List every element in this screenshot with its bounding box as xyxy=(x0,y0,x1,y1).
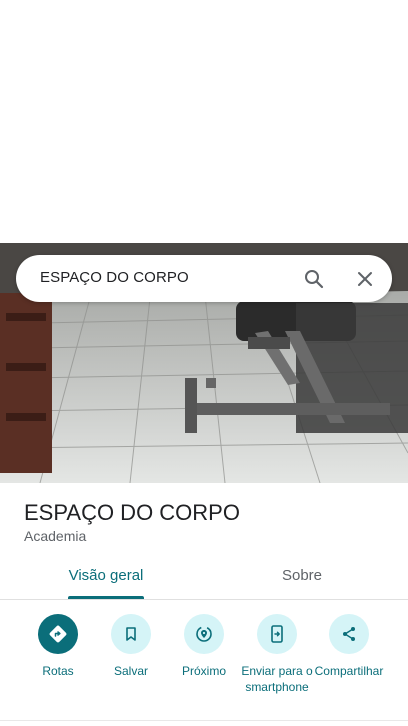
tab-overview[interactable]: Visão geral xyxy=(56,567,156,599)
directions-label: Rotas xyxy=(42,664,74,678)
place-category: Academia xyxy=(24,528,87,544)
tab-about[interactable]: Sobre xyxy=(252,567,352,599)
share-button[interactable]: Compartilhar xyxy=(310,614,388,679)
search-input[interactable]: ESPAÇO DO CORPO xyxy=(40,269,189,286)
send-to-phone-label: Enviar para o smartphone xyxy=(241,664,313,694)
bookmark-icon xyxy=(111,614,151,654)
nearby-button[interactable]: Próximo xyxy=(165,614,243,679)
search-icon[interactable] xyxy=(302,267,326,291)
close-icon[interactable] xyxy=(353,267,377,291)
share-icon xyxy=(329,614,369,654)
send-to-phone-icon xyxy=(257,614,297,654)
tab-divider xyxy=(0,599,408,600)
search-bar[interactable]: ESPAÇO DO CORPO xyxy=(16,255,392,302)
save-label: Salvar xyxy=(113,664,148,678)
directions-icon xyxy=(38,614,78,654)
nearby-label: Próximo xyxy=(181,664,226,678)
place-title: ESPAÇO DO CORPO xyxy=(24,500,240,525)
share-label: Compartilhar xyxy=(314,664,384,678)
section-divider xyxy=(0,720,408,721)
directions-button[interactable]: Rotas xyxy=(19,614,97,679)
send-to-phone-button[interactable]: Enviar para o smartphone xyxy=(238,614,316,695)
save-button[interactable]: Salvar xyxy=(92,614,170,679)
nearby-icon xyxy=(184,614,224,654)
